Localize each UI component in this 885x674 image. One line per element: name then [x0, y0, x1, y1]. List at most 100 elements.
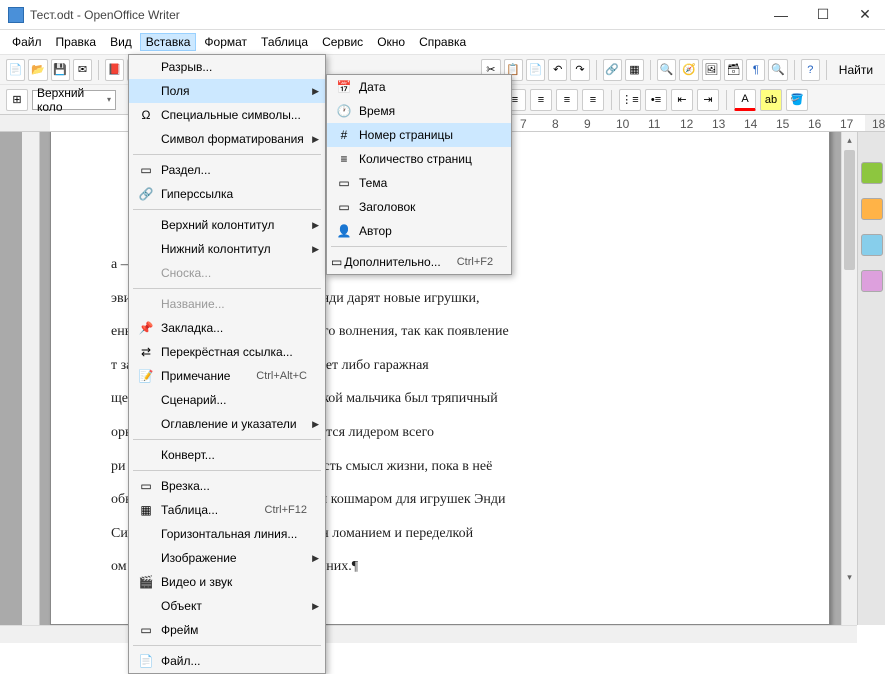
insert-menu-item-12-icon: 📝: [133, 369, 159, 383]
paste-button[interactable]: 📄: [526, 59, 545, 81]
insert-menu-item-17[interactable]: ▦Таблица...Ctrl+F12: [129, 498, 325, 522]
fields-menu-item-2[interactable]: #Номер страницы: [327, 123, 511, 147]
indent-button[interactable]: ⇥: [697, 89, 719, 111]
menu-window[interactable]: Окно: [371, 33, 411, 51]
app-icon: [8, 7, 24, 23]
insert-menu-item-8[interactable]: Сноска...: [129, 261, 325, 285]
align-center-button[interactable]: ≡: [530, 89, 552, 111]
table-button[interactable]: ▦: [625, 59, 644, 81]
help-button[interactable]: ?: [801, 59, 820, 81]
bullet-list-button[interactable]: •≡: [645, 89, 667, 111]
insert-menu-item-5[interactable]: 🔗Гиперссылка: [129, 182, 325, 206]
fields-menu-item-3[interactable]: ≡Количество страниц: [327, 147, 511, 171]
insert-menu-item-19[interactable]: Изображение▶: [129, 546, 325, 570]
datasource-button[interactable]: 🗃: [724, 59, 743, 81]
insert-menu-item-10[interactable]: 📌Закладка...: [129, 316, 325, 340]
ruler-mark: 14: [744, 117, 757, 131]
align-right-button[interactable]: ≡: [556, 89, 578, 111]
insert-menu-item-20[interactable]: 🎬Видео и звук: [129, 570, 325, 594]
insert-menu-item-7[interactable]: Нижний колонтитул▶: [129, 237, 325, 261]
maximize-button[interactable]: ☐: [811, 3, 835, 27]
ruler-mark: 9: [584, 117, 591, 131]
insert-menu-item-23[interactable]: 📄Файл...: [129, 649, 325, 673]
insert-menu-item-0[interactable]: Разрыв...: [129, 55, 325, 79]
gallery-button[interactable]: 🖼: [702, 59, 721, 81]
save-button[interactable]: 💾: [51, 59, 70, 81]
numbered-list-button[interactable]: ⋮≡: [619, 89, 641, 111]
menu-help[interactable]: Справка: [413, 33, 472, 51]
bg-color-button[interactable]: 🪣: [786, 89, 808, 111]
insert-menu-item-18[interactable]: Горизонтальная линия...: [129, 522, 325, 546]
vertical-ruler[interactable]: [22, 132, 40, 625]
insert-menu-item-19-label: Изображение: [159, 551, 307, 565]
sidebar-navigator-button[interactable]: [861, 270, 883, 292]
fields-menu-item-5-icon: ▭: [331, 200, 357, 214]
find-icon[interactable]: 🔍: [657, 59, 676, 81]
insert-menu-item-2[interactable]: ΩСпециальные символы...: [129, 103, 325, 127]
sidebar-properties-button[interactable]: [861, 162, 883, 184]
open-button[interactable]: 📂: [28, 59, 47, 81]
chevron-right-icon: ▶: [312, 220, 319, 231]
new-button[interactable]: 📄: [6, 59, 25, 81]
email-button[interactable]: ✉: [73, 59, 92, 81]
zoom-button[interactable]: 🔍: [768, 59, 787, 81]
outdent-button[interactable]: ⇤: [671, 89, 693, 111]
ruler-mark: 17: [840, 117, 853, 131]
insert-menu-item-4[interactable]: ▭Раздел...: [129, 158, 325, 182]
redo-button[interactable]: ↷: [570, 59, 589, 81]
insert-menu-item-11[interactable]: ⇄Перекрёстная ссылка...: [129, 340, 325, 364]
pdf-button[interactable]: 📕: [105, 59, 124, 81]
menubar: Файл Правка Вид Вставка Формат Таблица С…: [0, 30, 885, 54]
align-justify-button[interactable]: ≡: [582, 89, 604, 111]
navigator-button[interactable]: 🧭: [679, 59, 698, 81]
undo-button[interactable]: ↶: [548, 59, 567, 81]
insert-menu-item-3[interactable]: Символ форматирования▶: [129, 127, 325, 151]
scroll-down-button[interactable]: ▾: [842, 569, 857, 585]
insert-menu-item-21[interactable]: Объект▶: [129, 594, 325, 618]
hyperlink-button[interactable]: 🔗: [603, 59, 622, 81]
insert-menu-item-12[interactable]: 📝ПримечаниеCtrl+Alt+C: [129, 364, 325, 388]
scroll-up-button[interactable]: ▴: [842, 132, 857, 148]
insert-menu-item-12-shortcut: Ctrl+Alt+C: [256, 370, 307, 382]
insert-menu-item-15[interactable]: Конверт...: [129, 443, 325, 467]
insert-menu-item-17-label: Таблица...: [159, 503, 249, 517]
fields-menu-item-7-shortcut: Ctrl+F2: [457, 256, 493, 268]
fields-menu-item-6[interactable]: 👤Автор: [327, 219, 511, 243]
fields-menu-item-0[interactable]: 📅Дата: [327, 75, 511, 99]
insert-menu-item-9[interactable]: Название...: [129, 292, 325, 316]
insert-menu-item-13[interactable]: Сценарий...: [129, 388, 325, 412]
insert-menu-item-22[interactable]: ▭Фрейм: [129, 618, 325, 642]
insert-menu-item-14[interactable]: Оглавление и указатели▶: [129, 412, 325, 436]
vertical-scrollbar[interactable]: ▴ ▾: [841, 132, 857, 625]
scroll-thumb[interactable]: [844, 150, 855, 270]
insert-menu-item-6[interactable]: Верхний колонтитул▶: [129, 213, 325, 237]
menu-edit[interactable]: Правка: [50, 33, 103, 51]
insert-menu-item-1[interactable]: Поля▶: [129, 79, 325, 103]
nonprinting-button[interactable]: ¶: [746, 59, 765, 81]
menu-file[interactable]: Файл: [6, 33, 48, 51]
paragraph-style-combo[interactable]: Верхний коло▾: [32, 90, 116, 110]
font-color-button[interactable]: A: [734, 89, 756, 111]
menu-format[interactable]: Формат: [198, 33, 253, 51]
insert-menu-item-13-label: Сценарий...: [159, 393, 307, 407]
fields-menu-item-7-label: Дополнительно...: [342, 255, 440, 269]
styles-button[interactable]: ⊞: [6, 89, 28, 111]
minimize-button[interactable]: —: [769, 3, 793, 27]
fields-menu-item-1[interactable]: 🕐Время: [327, 99, 511, 123]
menu-table[interactable]: Таблица: [255, 33, 314, 51]
sidebar: [857, 132, 885, 625]
fields-menu-item-5[interactable]: ▭Заголовок: [327, 195, 511, 219]
menu-view[interactable]: Вид: [104, 33, 138, 51]
fields-menu-item-4-icon: ▭: [331, 176, 357, 190]
highlight-button[interactable]: ab: [760, 89, 782, 111]
find-label[interactable]: Найти: [833, 61, 879, 79]
fields-menu-item-7[interactable]: ▭Дополнительно...Ctrl+F2: [327, 250, 511, 274]
titlebar: Тест.odt - OpenOffice Writer — ☐ ✕: [0, 0, 885, 30]
menu-tools[interactable]: Сервис: [316, 33, 369, 51]
fields-menu-item-4[interactable]: ▭Тема: [327, 171, 511, 195]
sidebar-styles-button[interactable]: [861, 198, 883, 220]
insert-menu-item-16[interactable]: ▭Врезка...: [129, 474, 325, 498]
sidebar-gallery-button[interactable]: [861, 234, 883, 256]
close-button[interactable]: ✕: [853, 3, 877, 27]
menu-insert[interactable]: Вставка: [140, 33, 197, 51]
